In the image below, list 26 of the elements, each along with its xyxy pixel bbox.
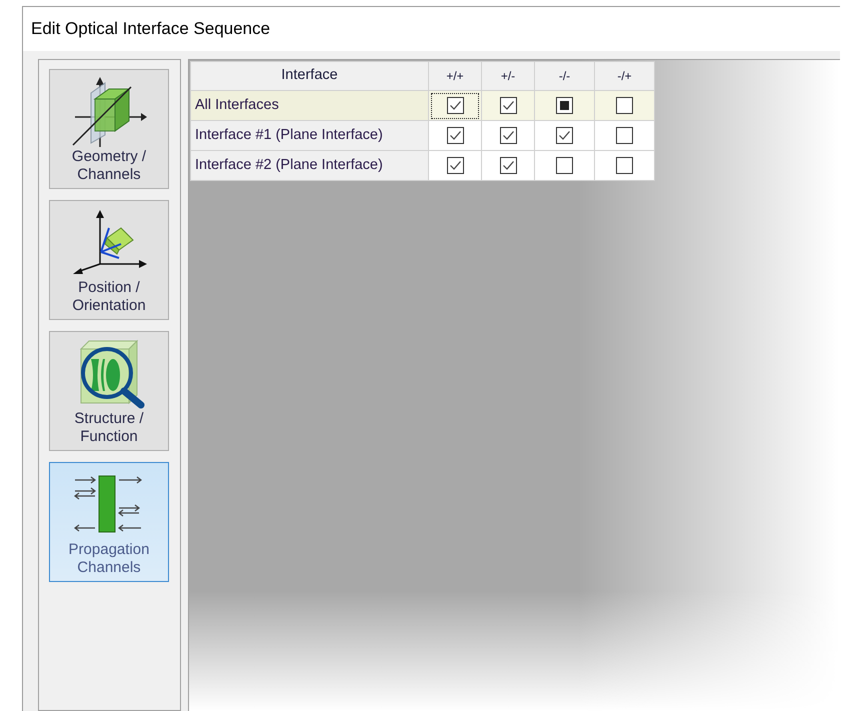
row-header[interactable]: Interface #2 (Plane Interface) [190,150,428,180]
column-header[interactable]: +/+ [428,62,482,90]
checkbox[interactable] [616,127,633,144]
checkbox[interactable] [446,157,464,174]
sidebar-item[interactable]: Structure / Function [49,331,169,451]
column-header[interactable]: +/- [482,62,534,90]
checkbox[interactable] [556,127,573,144]
row-header[interactable]: All Interfaces [190,90,428,120]
checkbox[interactable] [446,127,464,144]
checkbox[interactable] [500,127,516,144]
checkbox[interactable] [556,157,573,174]
window-title: Edit Optical Interface Sequence [31,18,270,40]
checkbox[interactable] [616,97,633,114]
column-header[interactable]: -/- [534,62,594,90]
row-header[interactable]: Interface #1 (Plane Interface) [190,120,428,150]
sidebar-item[interactable]: Geometry / Channels [49,69,169,189]
sidebar-item[interactable]: Position / Orientation [49,200,169,320]
column-header[interactable]: -/+ [594,62,654,90]
sidebar-item[interactable]: Propagation Channels [49,462,169,582]
checkbox[interactable] [500,97,516,114]
checkbox[interactable] [556,97,573,114]
checkbox[interactable] [616,157,633,174]
checkbox[interactable] [500,157,516,174]
cube-axes-icon [71,77,147,147]
checkbox[interactable] [446,97,464,114]
column-header[interactable]: Interface [190,62,428,90]
